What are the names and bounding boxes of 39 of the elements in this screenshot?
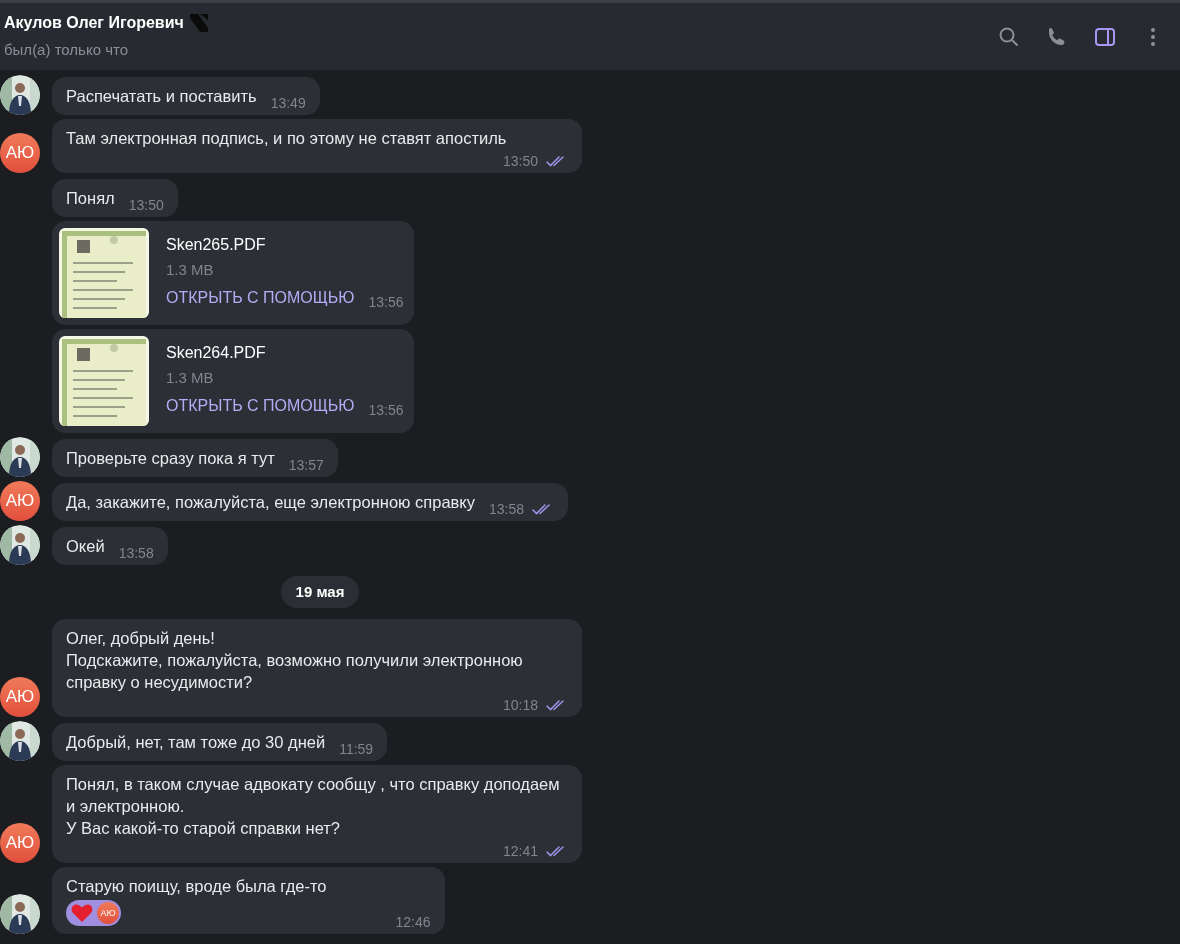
file-size: 1.3 MB: [166, 259, 215, 280]
message-time: 13:58: [118, 544, 154, 561]
contact-name: Акулов Олег Игоревич: [4, 13, 184, 34]
avatar-initials: АЮ: [0, 480, 40, 521]
date-pill: 19 мая: [280, 575, 360, 608]
message-time: 13:57: [288, 456, 324, 473]
message-text: Старую поищу, вроде была где-то: [66, 876, 327, 897]
contact-status: был(а) только что: [4, 40, 129, 61]
message-text: Да, закажите, пожалуйста, еще электронною справку: [66, 491, 475, 513]
message-text: Добрый, нет, там тоже до 30 дней: [66, 732, 326, 753]
avatar-initials: АЮ: [0, 823, 40, 863]
message-time: 13:50: [502, 152, 538, 169]
message-time: 13:56: [368, 400, 404, 420]
file-size: 1.3 MB: [166, 367, 215, 388]
message-text: Понял, в таком случае адвокату сообщу , что справку доподаем и электронною. У Вас какой-то старой справки нет?: [66, 774, 561, 839]
message-text: Проверьте сразу пока я тут: [66, 447, 275, 469]
reaction-pill[interactable]: АЮ: [66, 900, 121, 926]
message-time: 10:18: [502, 697, 538, 713]
message-time: 13:49: [270, 94, 306, 111]
message-time: 13:58: [489, 500, 525, 517]
badge-icon: [187, 13, 210, 34]
open-with-link[interactable]: ОТКРЫТЬ С ПОМОЩЬЮ: [166, 286, 355, 309]
file-name: Sken265.PDF: [166, 234, 267, 255]
message-time: 12:41: [502, 843, 538, 859]
message-time: 12:46: [395, 914, 431, 930]
message-time: 13:50: [128, 196, 164, 213]
avatar-initials: АЮ: [0, 132, 40, 173]
message-text: Там электронная подпись, и по этому не ставят апостиль: [66, 127, 507, 149]
message-time: 13:56: [368, 292, 404, 312]
message-time: 11:59: [339, 741, 374, 757]
message-text: Окей: [66, 535, 105, 557]
message-text: Понял: [66, 187, 115, 209]
avatar-initials: АЮ: [0, 677, 40, 717]
message-text: Олег, добрый день! Подскажите, пожалуйста, возможно получили электронною справку о несудимости?: [66, 628, 524, 693]
message-text: Распечатать и поставить: [66, 85, 257, 107]
open-with-link[interactable]: ОТКРЫТЬ С ПОМОЩЬЮ: [166, 394, 355, 417]
reaction-avatar: АЮ: [97, 902, 119, 924]
file-name: Sken264.PDF: [166, 342, 267, 363]
heart-icon: [71, 903, 93, 923]
